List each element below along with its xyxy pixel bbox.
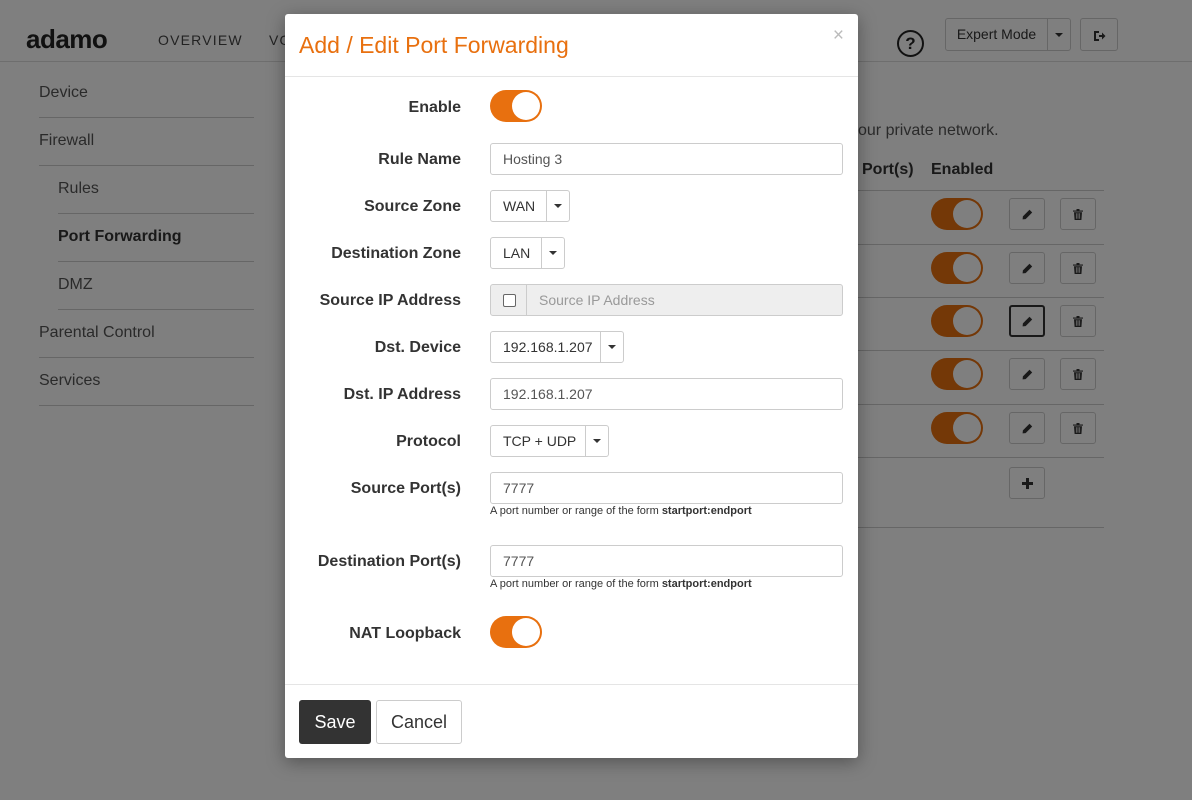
save-button[interactable]: Save xyxy=(299,700,371,744)
source-ports-help: A port number or range of the form start… xyxy=(490,505,752,517)
modal-footer: Save Cancel xyxy=(285,684,858,758)
nat-loopback-label: NAT Loopback xyxy=(349,625,461,642)
dst-ip-input[interactable]: 192.168.1.207 xyxy=(490,378,843,410)
rule-name-label: Rule Name xyxy=(378,151,461,168)
protocol-select[interactable]: TCP + UDP xyxy=(490,425,609,457)
rule-name-input[interactable]: Hosting 3 xyxy=(490,143,843,175)
protocol-label: Protocol xyxy=(396,433,461,450)
modal-header: Add / Edit Port Forwarding × xyxy=(285,14,858,77)
source-zone-select[interactable]: WAN xyxy=(490,190,570,222)
dst-device-select[interactable]: 192.168.1.207 xyxy=(490,331,624,363)
enable-label: Enable xyxy=(408,99,461,116)
nat-loopback-toggle[interactable] xyxy=(490,616,542,648)
destination-zone-value: LAN xyxy=(491,238,542,268)
source-zone-value: WAN xyxy=(491,191,547,221)
close-icon[interactable]: × xyxy=(833,26,844,46)
port-forwarding-dialog: Add / Edit Port Forwarding × Enable Rule… xyxy=(285,14,858,758)
cancel-button[interactable]: Cancel xyxy=(376,700,462,744)
chevron-down-icon[interactable] xyxy=(585,426,608,456)
modal-title: Add / Edit Port Forwarding xyxy=(299,32,569,58)
dst-device-value: 192.168.1.207 xyxy=(491,332,601,362)
destination-ports-label: Destination Port(s) xyxy=(317,553,461,570)
chevron-down-icon[interactable] xyxy=(546,191,569,221)
source-ip-group: Source IP Address xyxy=(490,284,843,316)
chevron-down-icon[interactable] xyxy=(541,238,564,268)
source-ip-checkbox-cell xyxy=(491,285,527,315)
source-zone-label: Source Zone xyxy=(364,198,461,215)
source-ports-input[interactable]: 7777 xyxy=(490,472,843,504)
dst-ip-label: Dst. IP Address xyxy=(343,386,461,403)
source-ip-input[interactable]: Source IP Address xyxy=(539,285,655,315)
destination-ports-help: A port number or range of the form start… xyxy=(490,578,752,590)
source-ip-label: Source IP Address xyxy=(319,292,461,309)
destination-zone-label: Destination Zone xyxy=(331,245,461,262)
destination-zone-select[interactable]: LAN xyxy=(490,237,565,269)
source-ip-checkbox[interactable] xyxy=(503,294,516,307)
chevron-down-icon[interactable] xyxy=(600,332,623,362)
destination-ports-input[interactable]: 7777 xyxy=(490,545,843,577)
enable-toggle[interactable] xyxy=(490,90,542,122)
protocol-value: TCP + UDP xyxy=(491,426,586,456)
source-ports-label: Source Port(s) xyxy=(350,480,461,497)
dst-device-label: Dst. Device xyxy=(374,339,461,356)
